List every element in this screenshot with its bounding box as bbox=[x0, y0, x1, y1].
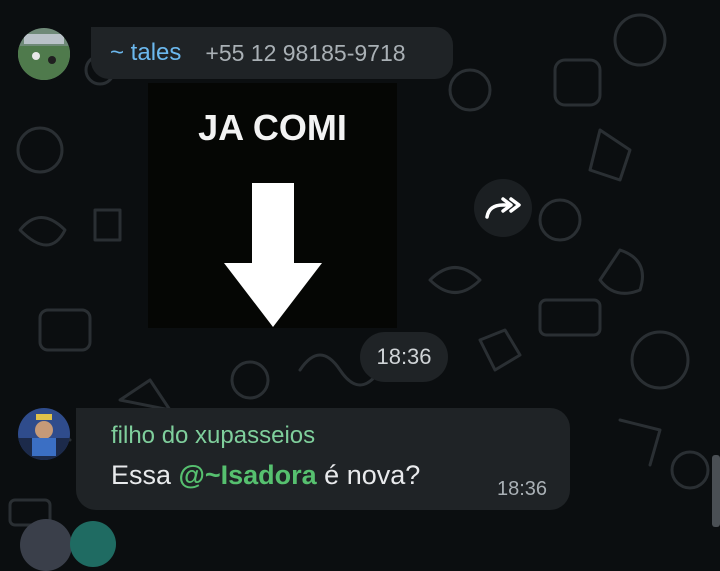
scroll-indicator[interactable] bbox=[712, 455, 720, 527]
sender-name[interactable]: ~ tales bbox=[110, 39, 181, 67]
message-text-prefix: Essa bbox=[111, 460, 179, 490]
forward-button[interactable] bbox=[474, 179, 532, 237]
avatar-tales[interactable] bbox=[18, 28, 70, 80]
message-text: Essa @~Isadora é nova? bbox=[111, 460, 420, 491]
avatar-next-2[interactable] bbox=[70, 521, 116, 567]
sticker-image[interactable]: JA COMI bbox=[148, 83, 397, 328]
message-timestamp: 18:36 bbox=[497, 478, 548, 500]
avatar-filho[interactable] bbox=[18, 408, 70, 460]
mention-link[interactable]: @~Isadora bbox=[179, 460, 317, 490]
sender-name[interactable]: filho do xupasseios bbox=[111, 422, 315, 450]
forward-icon bbox=[485, 197, 521, 219]
sender-header: ~ tales +55 12 98185-9718 bbox=[91, 27, 453, 79]
sender-phone[interactable]: +55 12 98185-9718 bbox=[205, 40, 405, 67]
message-text-suffix: é nova? bbox=[316, 460, 421, 490]
message-bubble[interactable]: filho do xupasseios Essa @~Isadora é nov… bbox=[76, 408, 570, 510]
down-arrow-icon bbox=[224, 183, 322, 327]
sticker-timestamp: 18:36 bbox=[360, 332, 448, 382]
